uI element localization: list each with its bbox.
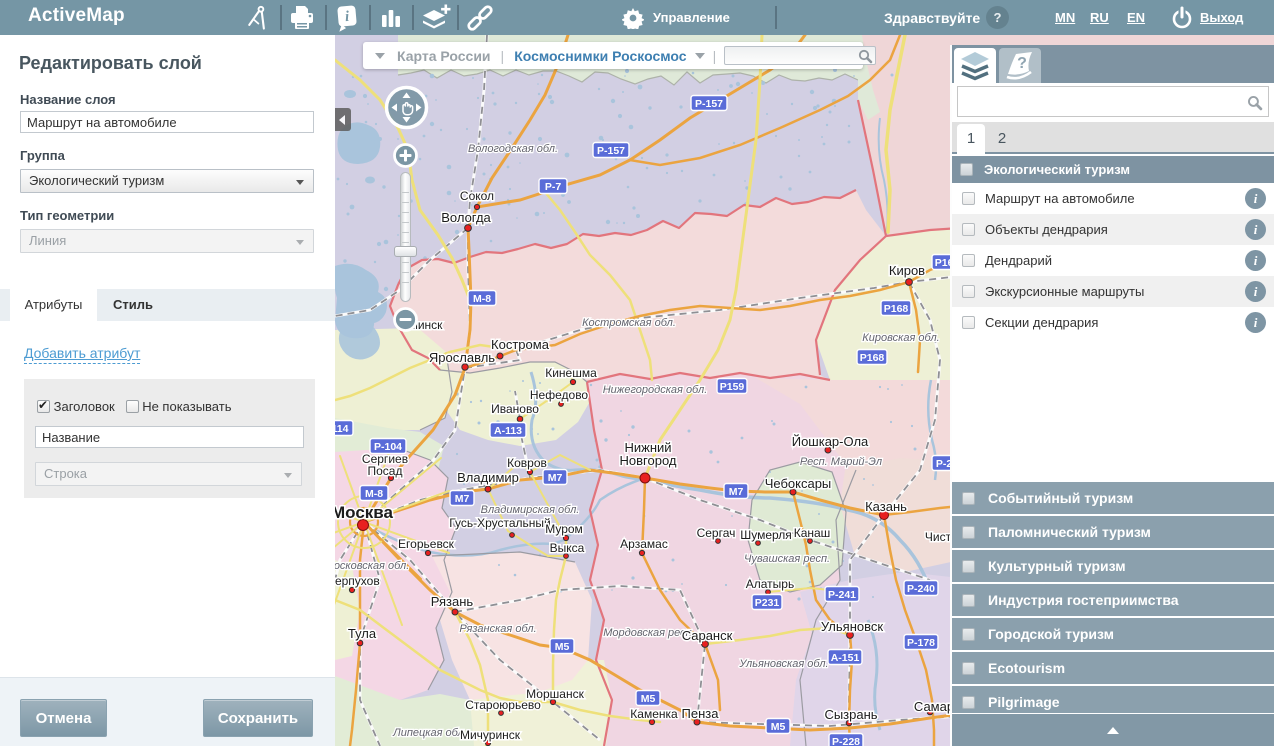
svg-text:Кострома: Кострома <box>491 337 550 352</box>
svg-text:Р159: Р159 <box>720 381 745 393</box>
svg-text:М7: М7 <box>548 472 563 484</box>
svg-text:Вологодская обл.: Вологодская обл. <box>468 143 558 155</box>
svg-text:Р-240: Р-240 <box>907 583 935 595</box>
svg-text:Йошкар-Ола: Йошкар-Ола <box>792 434 869 449</box>
svg-text:Чист: Чист <box>925 530 952 544</box>
svg-text:Р-157: Р-157 <box>695 98 723 110</box>
svg-text:Кировская обл.: Кировская обл. <box>862 332 939 344</box>
svg-text:Московская обл.: Московская обл. <box>335 560 409 572</box>
svg-text:Нижегородская обл.: Нижегородская обл. <box>603 384 708 396</box>
svg-text:М-8: М-8 <box>365 488 383 500</box>
svg-text:Каменка: Каменка <box>630 707 678 721</box>
svg-text:Староюрьево: Староюрьево <box>465 698 541 712</box>
svg-text:Рязань: Рязань <box>431 594 474 609</box>
svg-text:Ульяновская обл.: Ульяновская обл. <box>738 658 828 670</box>
svg-text:Р-178: Р-178 <box>907 637 935 649</box>
svg-text:М5: М5 <box>771 721 786 733</box>
svg-text:Пенза: Пенза <box>682 706 720 721</box>
svg-text:Вологда: Вологда <box>441 210 491 225</box>
svg-text:Сергач: Сергач <box>697 526 736 540</box>
svg-text:Р-157: Р-157 <box>597 145 625 157</box>
svg-text:Р-228: Р-228 <box>832 736 860 746</box>
svg-text:Кинешма: Кинешма <box>545 366 597 380</box>
svg-text:М5: М5 <box>641 693 656 705</box>
svg-text:Шумерля: Шумерля <box>740 528 792 542</box>
svg-text:М5: М5 <box>555 641 570 653</box>
svg-text:Липецкая обл.: Липецкая обл. <box>392 727 467 739</box>
svg-text:Егорьевск: Егорьевск <box>398 537 455 551</box>
svg-text:Р168: Р168 <box>860 352 885 364</box>
svg-text:Муром: Муром <box>545 522 583 536</box>
svg-text:М-8: М-8 <box>473 293 491 305</box>
svg-text:Саранск: Саранск <box>682 628 733 643</box>
svg-text:А-151: А-151 <box>831 652 860 664</box>
svg-text:Нефедово: Нефедово <box>530 388 589 402</box>
svg-text:Тула: Тула <box>348 626 377 641</box>
svg-text:Сызрань: Сызрань <box>824 707 877 722</box>
svg-text:Сокол: Сокол <box>460 189 494 203</box>
svg-text:Канаш: Канаш <box>794 526 831 540</box>
svg-text:Иваново: Иваново <box>491 402 539 416</box>
svg-text:Гусь-Хрустальный: Гусь-Хрустальный <box>449 516 550 530</box>
svg-text:Казань: Казань <box>865 499 907 514</box>
svg-text:Владимирская обл.: Владимирская обл. <box>481 504 580 516</box>
svg-text:Серпухов: Серпухов <box>335 574 380 588</box>
svg-text:114: 114 <box>335 423 349 435</box>
svg-text:Ярославль: Ярославль <box>429 350 495 365</box>
svg-text:Самар: Самар <box>914 699 954 714</box>
svg-text:Киров: Киров <box>889 263 925 278</box>
svg-text:Арзамас: Арзамас <box>620 537 668 551</box>
svg-text:А-113: А-113 <box>494 425 522 437</box>
svg-text:М7: М7 <box>455 493 470 505</box>
svg-text:Рязанская обл.: Рязанская обл. <box>459 623 536 635</box>
svg-text:Выкса: Выкса <box>550 541 585 555</box>
svg-text:Ульяновск: Ульяновск <box>821 619 883 634</box>
svg-text:Чебоксары: Чебоксары <box>765 476 832 491</box>
svg-text:Р-7: Р-7 <box>545 181 562 193</box>
svg-text:Р231: Р231 <box>755 597 780 609</box>
svg-text:Москва: Москва <box>335 503 394 522</box>
svg-text:Респ. Марий-Эл: Респ. Марий-Эл <box>800 456 882 468</box>
svg-text:Мичуринск: Мичуринск <box>460 728 521 742</box>
svg-text:Посад: Посад <box>368 464 403 478</box>
svg-text:Р-241: Р-241 <box>828 589 856 601</box>
svg-text:Р168: Р168 <box>884 303 909 315</box>
svg-text:Р-104: Р-104 <box>374 441 402 453</box>
svg-text:Алатырь: Алатырь <box>746 577 794 591</box>
svg-text:Новгород: Новгород <box>620 453 677 468</box>
svg-text:Владимир: Владимир <box>457 470 519 485</box>
svg-text:Костромская обл.: Костромская обл. <box>582 317 676 329</box>
svg-text:Чувашская респ.: Чувашская респ. <box>744 553 830 565</box>
svg-text:Ковров: Ковров <box>507 456 547 470</box>
svg-text:?: ? <box>1017 55 1027 72</box>
svg-text:М7: М7 <box>729 486 744 498</box>
